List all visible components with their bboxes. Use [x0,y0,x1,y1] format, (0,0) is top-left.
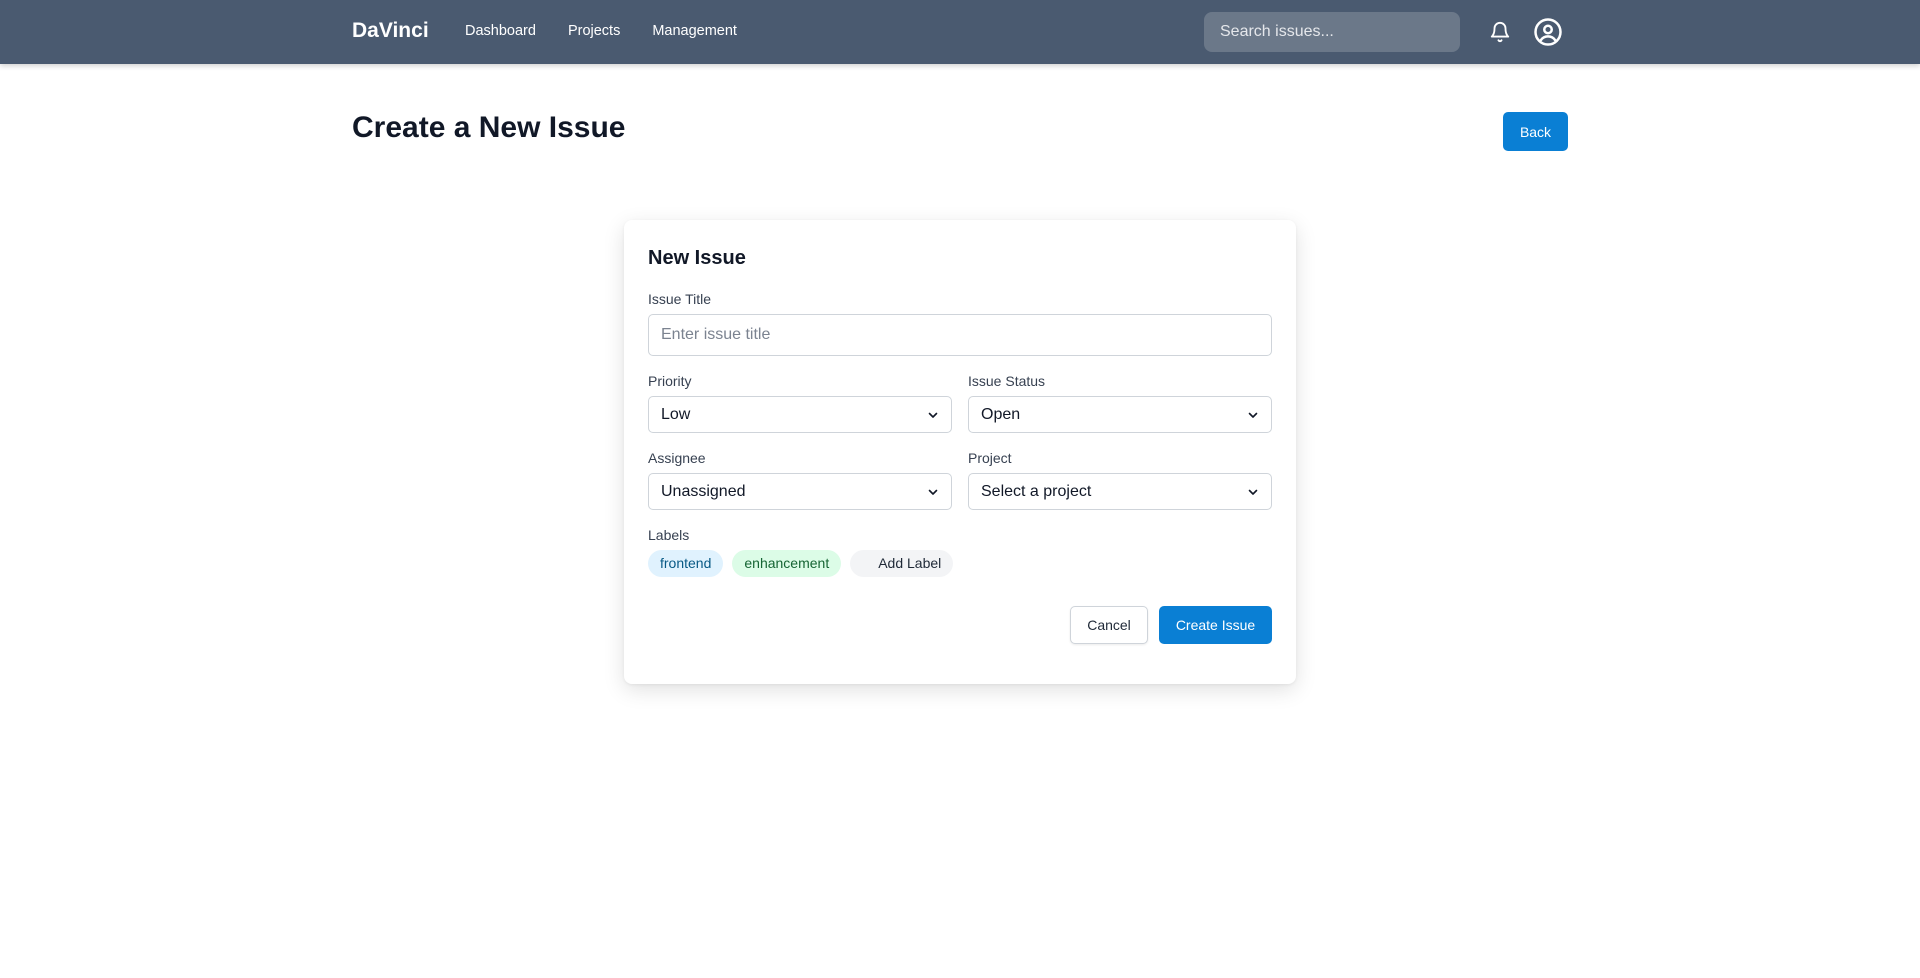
assignee-select[interactable]: Unassigned [648,473,952,510]
chevron-down-icon [1247,486,1259,498]
issue-title-label: Issue Title [648,291,712,307]
cancel-button[interactable]: Cancel [1070,606,1148,644]
issue-status-select[interactable]: Open [968,396,1272,433]
add-label-button[interactable]: Add Label [850,550,954,577]
user-menu-button[interactable] [1532,16,1564,48]
brand-logo[interactable]: DaVinci [352,18,429,44]
project-label: Project [968,450,1012,466]
card-title: New Issue [648,247,746,269]
project-value: Select a project [981,482,1092,500]
priority-label: Priority [648,373,692,389]
issue-title-input[interactable] [648,314,1272,356]
nav-link-projects[interactable]: Projects [568,21,620,41]
priority-select[interactable]: Low [648,396,952,433]
label-chip-enhancement[interactable]: enhancement [732,550,842,577]
nav-link-dashboard[interactable]: Dashboard [465,21,536,41]
nav-link-management[interactable]: Management [652,21,737,41]
search-input[interactable] [1204,12,1460,52]
top-navbar: DaVinci Dashboard Projects Management [0,0,1920,64]
chevron-down-icon [927,409,939,421]
label-chips: frontend enhancement Add Label [648,550,954,577]
issue-status-value: Open [981,405,1021,423]
page-title: Create a New Issue [352,111,626,144]
create-issue-button[interactable]: Create Issue [1159,606,1272,644]
user-circle-icon [1534,18,1562,46]
chevron-down-icon [927,486,939,498]
labels-label: Labels [648,527,690,543]
priority-value: Low [661,405,691,423]
assignee-value: Unassigned [661,482,746,500]
assignee-label: Assignee [648,450,706,466]
project-select[interactable]: Select a project [968,473,1272,510]
new-issue-card: New Issue Issue Title Priority Low Issue… [624,220,1296,684]
bell-icon [1490,22,1510,43]
chevron-down-icon [1247,409,1259,421]
notifications-button[interactable] [1487,19,1513,45]
back-button[interactable]: Back [1503,112,1568,151]
issue-status-label: Issue Status [968,373,1046,389]
nav-links: Dashboard Projects Management [465,21,737,41]
label-chip-frontend[interactable]: frontend [648,550,724,577]
